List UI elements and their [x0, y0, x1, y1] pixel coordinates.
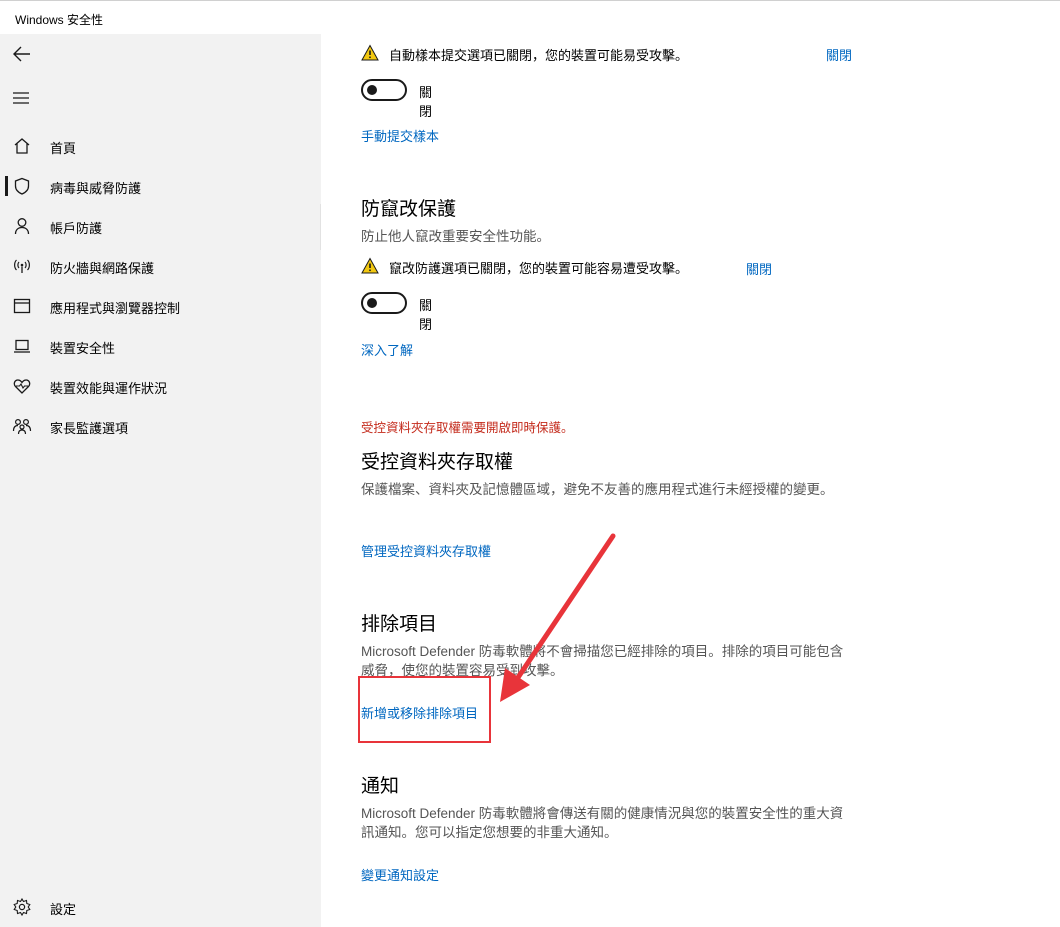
sidebar-item-device-security[interactable]: 裝置安全性	[0, 328, 321, 364]
sidebar-item-label: 應用程式與瀏覽器控制	[50, 301, 181, 316]
gear-icon	[13, 897, 31, 917]
home-icon	[14, 138, 30, 154]
sidebar-item-label: 家長監護選項	[50, 421, 129, 436]
manage-cfa-link[interactable]: 管理受控資料夾存取權	[361, 541, 491, 560]
dismiss-sample-warning-link[interactable]: 關閉	[826, 45, 852, 64]
sidebar-item-label: 裝置安全性	[50, 341, 116, 356]
warning-triangle-icon	[361, 44, 379, 61]
wifi-antenna-icon	[14, 259, 30, 273]
family-icon	[12, 418, 32, 435]
exclusions-desc: Microsoft Defender 防毒軟體將不會掃描您已經排除的項目。排除的…	[361, 644, 844, 678]
toggle-knob	[367, 85, 377, 95]
back-button[interactable]	[10, 42, 34, 66]
sidebar-item-settings[interactable]: 設定	[0, 889, 321, 925]
exclusions-heading: 排除項目	[361, 614, 438, 635]
sidebar-item-label: 設定	[50, 902, 77, 917]
warning-text: 竄改防護選項已關閉，您的裝置可能容易遭受攻擊。	[389, 261, 689, 276]
sidebar-item-device-performance[interactable]: 裝置效能與運作狀況	[0, 368, 321, 404]
manual-submit-sample-link[interactable]: 手動提交樣本	[361, 126, 439, 145]
hamburger-menu-button[interactable]	[10, 86, 34, 110]
sidebar-item-home[interactable]: 首頁	[0, 128, 321, 164]
active-indicator	[5, 176, 8, 196]
tamper-warning: 竄改防護選項已關閉，您的裝置可能容易遭受攻擊。	[361, 256, 741, 276]
toggle-state-label: 關閉	[419, 85, 433, 119]
tamper-protection-toggle[interactable]	[361, 292, 407, 314]
sample-submission-toggle[interactable]	[361, 79, 407, 101]
title-bar: Windows 安全性	[0, 0, 1060, 34]
cfa-heading: 受控資料夾存取權	[361, 452, 514, 473]
learn-more-link[interactable]: 深入了解	[361, 340, 413, 359]
sidebar-item-account-protection[interactable]: 帳戶防護	[0, 208, 321, 244]
cfa-desc: 保護檔案、資料夾及記憶體區域，避免不友善的應用程式進行未經授權的變更。	[361, 482, 834, 497]
sidebar-item-label: 防火牆與網路保護	[50, 261, 155, 276]
heart-pulse-icon	[13, 379, 31, 394]
laptop-icon	[14, 339, 30, 353]
sidebar-item-label: 首頁	[50, 141, 77, 156]
sidebar-item-label: 裝置效能與運作狀況	[50, 381, 168, 396]
window-title: Windows 安全性	[15, 13, 104, 27]
person-icon	[14, 218, 30, 235]
hamburger-icon	[13, 92, 29, 104]
toggle-knob	[367, 298, 377, 308]
warning-text: 自動樣本提交選項已關閉，您的裝置可能易受攻擊。	[389, 48, 689, 63]
cfa-requirement-note: 受控資料夾存取權需要開啟即時保護。	[361, 421, 574, 435]
sidebar-item-label: 病毒與威脅防護	[50, 181, 142, 196]
main-content: 自動樣本提交選項已關閉，您的裝置可能易受攻擊。 關閉 關閉 手動提交樣本 防竄改…	[321, 34, 1060, 927]
back-arrow-icon	[13, 46, 30, 62]
toggle-state-label: 關閉	[419, 298, 433, 332]
dismiss-tamper-warning-link[interactable]: 關閉	[746, 259, 772, 278]
sidebar-item-family-options[interactable]: 家長監護選項	[0, 408, 321, 444]
browser-window-icon	[13, 298, 31, 314]
sidebar-item-virus-protection[interactable]: 病毒與威脅防護	[0, 168, 321, 204]
tamper-protection-heading: 防竄改保護	[361, 199, 457, 220]
notifications-desc: Microsoft Defender 防毒軟體將會傳送有關的健康情況與您的裝置安…	[361, 806, 844, 840]
change-notification-settings-link[interactable]: 變更通知設定	[361, 865, 439, 884]
sidebar-item-firewall[interactable]: 防火牆與網路保護	[0, 248, 321, 284]
shield-icon	[14, 177, 30, 195]
tamper-protection-desc: 防止他人竄改重要安全性功能。	[361, 229, 550, 244]
add-remove-exclusions-link[interactable]: 新增或移除排除項目	[361, 703, 478, 722]
notifications-heading: 通知	[361, 776, 400, 797]
sidebar-item-app-browser-control[interactable]: 應用程式與瀏覽器控制	[0, 288, 321, 324]
warning-triangle-icon	[361, 257, 379, 274]
sidebar-item-label: 帳戶防護	[50, 221, 103, 236]
sample-warning: 自動樣本提交選項已關閉，您的裝置可能易受攻擊。	[361, 43, 861, 63]
sidebar: 首頁 病毒與威脅防護 帳戶防護 防火牆與網路保護 應用程式與瀏覽器控制 裝置安全…	[0, 34, 321, 927]
